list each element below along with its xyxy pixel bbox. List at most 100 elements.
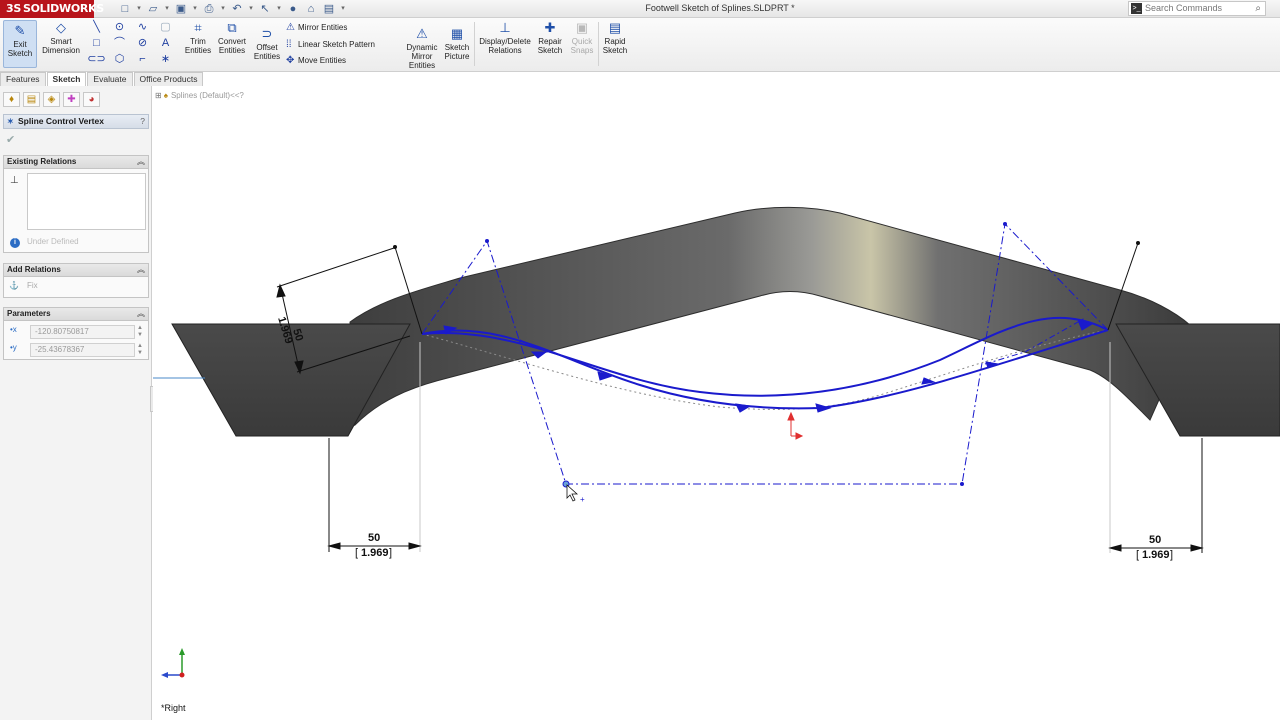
spline-vertex-icon: ✶ [7,117,14,126]
add-relations-header[interactable]: Add Relations ︽ [4,264,148,277]
print-icon[interactable]: ⎙ [202,2,216,16]
smart-dimension-button[interactable]: ◇ Smart Dimension [40,20,82,55]
control-vertex[interactable] [485,239,489,243]
offset-curve-icon[interactable]: ⌐ [132,52,153,67]
quick-snaps-button[interactable]: ▣ Quick Snaps [567,20,597,55]
dynamic-mirror-button[interactable]: ⚠ Dynamic Mirror Entities [404,26,440,70]
solidworks-logo[interactable]: 3S SOLIDWORKS [0,0,104,18]
zoom-to-area-icon[interactable]: ⌕ [663,86,669,88]
trim-entities-button[interactable]: ⌗ Trim Entities [182,20,214,55]
control-vertex[interactable] [960,482,964,486]
rectangle-icon[interactable]: □ [86,36,107,51]
display-manager-tab-icon[interactable]: ◕ [83,92,100,107]
existing-relations-header[interactable]: Existing Relations ︽ [4,156,148,169]
search-commands-box[interactable]: >_ Search Commands ⌕ [1128,1,1266,16]
mouse-cursor-icon: + [566,484,585,504]
feature-tree-flyout[interactable]: ⊞ ♠ Splines (Default)<<? [155,91,244,100]
previous-view-icon[interactable]: ✎ [672,86,680,88]
undo-dropdown-icon[interactable]: ▾ [248,2,254,16]
expand-icon[interactable]: ⊞ [155,91,162,100]
open-dropdown-icon[interactable]: ▾ [164,2,170,16]
hide-show-items-icon[interactable]: ● [752,86,758,88]
spline-handle-arrow[interactable] [735,403,752,413]
view-settings-icon[interactable]: ▦ [779,86,788,88]
exit-sketch-button[interactable]: ✎ Exit Sketch [3,20,37,68]
configuration-manager-tab-icon[interactable]: ◈ [43,92,60,107]
display-delete-relations-button[interactable]: ⊥ Display/Delete Relations [477,20,533,55]
x-coordinate-field[interactable]: -120.80750817 [30,325,135,339]
polygon-icon[interactable]: ⬡ [109,52,130,67]
footwell-band [349,206,1191,427]
repair-sketch-button[interactable]: ✚ Repair Sketch [535,20,565,55]
y-coordinate-icon: •y [10,343,17,352]
new-dropdown-icon[interactable]: ▾ [136,2,142,16]
select-dropdown-icon[interactable]: ▾ [276,2,282,16]
convert-entities-button[interactable]: ⧉ Convert Entities [214,20,250,55]
display-style-icon[interactable]: ◭ [735,86,743,88]
tab-evaluate[interactable]: Evaluate [87,72,133,86]
rapid-sketch-button[interactable]: ▤ Rapid Sketch [600,20,630,55]
offset-entities-button[interactable]: ⊃ Offset Entities [252,26,282,61]
sketch-fillet-icon[interactable]: ⊘ [132,36,153,51]
y-spinner-icon[interactable]: ▲ ▼ [137,343,143,357]
control-vertex[interactable] [1003,222,1007,226]
collapse-icon[interactable]: ︽ [137,156,145,168]
file-properties-icon[interactable]: ⌂ [304,2,318,16]
circle-icon[interactable]: ⊙ [109,20,130,35]
collapse-icon[interactable]: ︽ [137,308,145,320]
zoom-to-fit-icon[interactable]: ⌕ [653,86,659,88]
sketch-picture-button[interactable]: ▦ Sketch Picture [442,26,472,61]
point-icon[interactable]: ∗ [155,52,176,67]
arc-icon[interactable]: ⌒ [109,36,130,51]
undo-icon[interactable]: ↶ [230,2,244,16]
straight-slot-icon[interactable]: ⊂⊃ [86,52,107,67]
select-cursor-icon[interactable]: ↖ [258,2,272,16]
section-view-icon[interactable]: ◧ [685,86,694,88]
graphics-area[interactable]: + 50 1.969 50 1.969 [ ] 50 1.969 [ ] ⊞ ♠… [153,86,1280,720]
sketch-scene[interactable]: + 50 1.969 50 1.969 [ ] 50 1.969 [ ] [153,86,1280,720]
collapse-icon[interactable]: ︽ [137,264,145,276]
command-manager: ✎ Exit Sketch ◇ Smart Dimension ╲ ⊙ ∿ ▢ … [0,18,1280,72]
view-orientation-icon[interactable]: ◫ [715,86,724,88]
tab-features[interactable]: Features [0,72,46,86]
property-manager-tab-icon[interactable]: ▤ [23,92,40,107]
line-icon[interactable]: ╲ [86,20,107,35]
quick-snaps-icon: ▣ [575,20,589,35]
open-folder-icon[interactable]: ▱ [146,2,160,16]
text-icon[interactable]: A [155,36,176,51]
options-icon[interactable]: ▤ [322,2,336,16]
feature-manager-tab-icon[interactable]: ♦ [3,92,20,107]
options-dropdown-icon[interactable]: ▾ [340,2,346,16]
fix-relation-button[interactable]: ⚓ Fix [9,281,38,290]
rebuild-icon[interactable]: ● [286,2,300,16]
search-icon[interactable]: ⌕ [1255,2,1261,15]
ok-check-icon[interactable]: ✔ [6,133,15,146]
dynamic-annotation-icon[interactable]: ⧉ [698,86,705,88]
edit-appearance-icon[interactable]: ◕ [762,86,768,88]
dim-xpert-tab-icon[interactable]: ✚ [63,92,80,107]
slot-icon[interactable]: ▢ [155,20,176,35]
parameters-header[interactable]: Parameters ︽ [4,308,148,321]
help-icon[interactable]: ? [140,115,145,128]
y-coordinate-field[interactable]: -25.43678367 [30,343,135,357]
smart-dimension-icon: ◇ [56,20,66,35]
dimension-dual-left: 1.969 [361,547,389,559]
spline-handle-arrow[interactable] [921,377,936,385]
relations-list[interactable] [27,173,146,230]
dimension-value-right[interactable]: 50 [1149,534,1161,546]
x-spinner-icon[interactable]: ▲ ▼ [137,325,143,339]
new-document-icon[interactable]: □ [118,2,132,16]
tab-sketch[interactable]: Sketch [46,72,87,86]
move-entities-button[interactable]: ✥ Move Entities [286,54,346,68]
sketch-origin-icon [787,411,804,440]
save-dropdown-icon[interactable]: ▾ [192,2,198,16]
spline-handle-arrow[interactable] [815,403,832,413]
mirror-entities-button[interactable]: ⚠ Mirror Entities [286,21,347,35]
spline-icon[interactable]: ∿ [132,20,153,35]
save-icon[interactable]: ▣ [174,2,188,16]
view-orientation-label: *Right [161,703,186,713]
linear-sketch-pattern-button[interactable]: ⁞⁞ Linear Sketch Pattern [286,38,375,52]
tab-office-products[interactable]: Office Products [133,72,204,86]
dimension-value-left[interactable]: 50 [368,532,380,544]
print-dropdown-icon[interactable]: ▾ [220,2,226,16]
